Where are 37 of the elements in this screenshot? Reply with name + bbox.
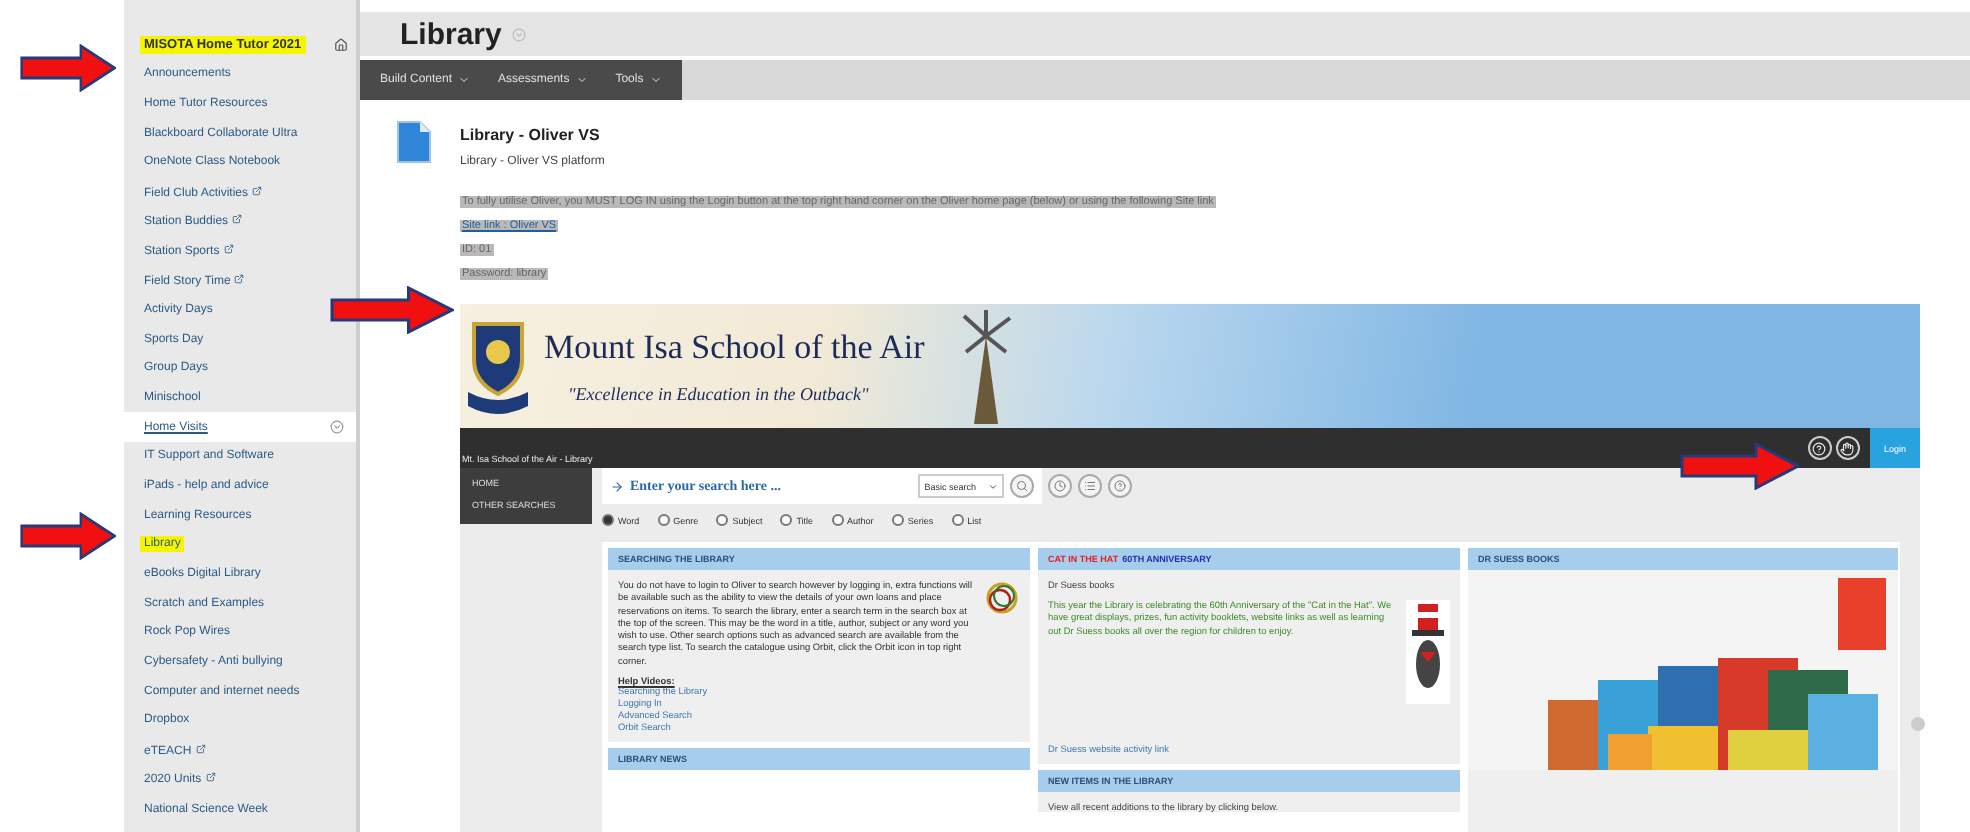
chevron-down-icon <box>649 74 662 86</box>
history-button[interactable] <box>1048 474 1072 498</box>
document-icon <box>396 120 432 164</box>
crest-icon <box>468 316 528 416</box>
school-motto: "Excellence in Education in the Outback" <box>566 384 871 404</box>
radio-icon[interactable] <box>780 514 793 526</box>
radio-icon[interactable] <box>602 514 614 526</box>
radio-icon[interactable] <box>891 514 904 526</box>
radio-icon[interactable] <box>831 514 844 526</box>
arrow-right-icon <box>610 479 624 493</box>
scroll-handle-icon[interactable] <box>1910 716 1926 732</box>
arrow-icon <box>330 286 454 334</box>
rings-icon <box>984 580 1020 616</box>
orbit-button[interactable] <box>1835 436 1860 460</box>
chevron-down-icon <box>458 74 471 86</box>
list-button[interactable] <box>1078 474 1102 498</box>
help-icon <box>1114 480 1126 492</box>
list-icon <box>1084 480 1096 492</box>
help-icon <box>1812 441 1827 455</box>
arrow-icon <box>20 512 116 560</box>
help-button[interactable] <box>1807 436 1832 460</box>
radio-icon[interactable] <box>716 514 729 526</box>
search-button[interactable] <box>1010 474 1034 498</box>
item-title[interactable]: Library - Oliver VS <box>460 126 1216 144</box>
arrow-icon <box>20 44 116 92</box>
home-icon[interactable] <box>334 38 348 52</box>
search-icon <box>1016 480 1028 492</box>
chevron-down-icon <box>575 74 588 86</box>
radio-icon[interactable] <box>951 514 964 526</box>
school-name: Mount Isa School of the Air <box>544 328 925 368</box>
clock-icon <box>1054 480 1066 492</box>
caret-icon <box>988 481 998 491</box>
radio-icon[interactable] <box>657 514 670 526</box>
hand-icon <box>1840 441 1855 455</box>
options-icon[interactable] <box>330 420 344 435</box>
page-title: Library <box>400 17 502 51</box>
arrow-icon <box>1680 442 1800 490</box>
